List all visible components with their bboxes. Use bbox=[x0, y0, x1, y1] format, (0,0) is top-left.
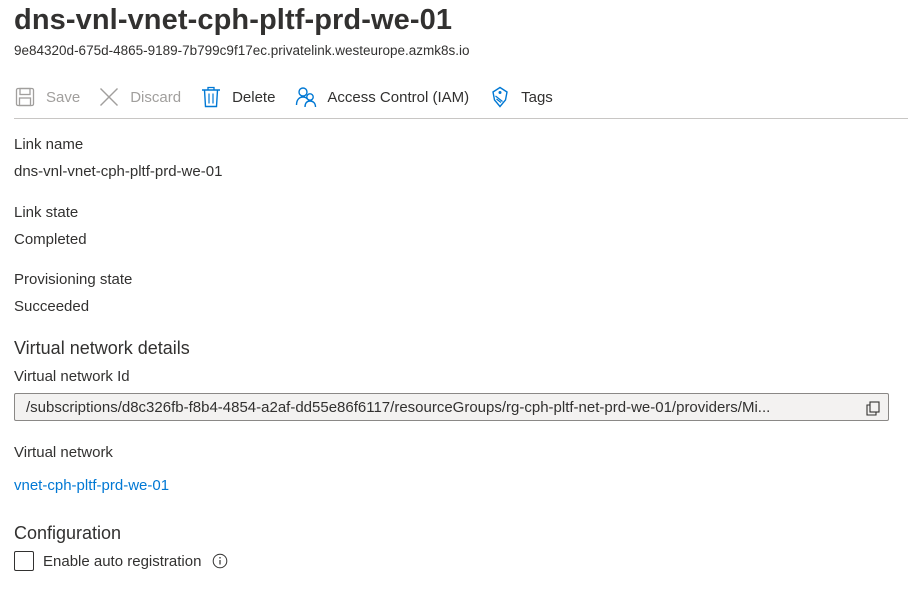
provisioning-state-value: Succeeded bbox=[14, 298, 90, 315]
delete-button-label: Delete bbox=[232, 88, 276, 106]
provisioning-state-label: Provisioning state bbox=[14, 271, 133, 288]
tag-icon bbox=[489, 86, 511, 108]
link-state-label: Link state bbox=[14, 204, 79, 221]
close-icon bbox=[98, 86, 120, 108]
virtual-network-label: Virtual network bbox=[14, 444, 113, 461]
save-button-label: Save bbox=[46, 88, 81, 106]
page-subtitle: 9e84320d-675d-4865-9189-7b799c9f17ec.pri… bbox=[14, 43, 470, 58]
info-icon[interactable] bbox=[212, 553, 228, 569]
copy-button[interactable] bbox=[864, 399, 882, 417]
virtual-network-link[interactable]: vnet-cph-pltf-prd-we-01 bbox=[14, 477, 169, 494]
page-title: dns-vnl-vnet-cph-pltf-prd-we-01 bbox=[14, 4, 453, 36]
discard-button-label: Discard bbox=[130, 88, 182, 106]
virtual-network-id-label: Virtual network Id bbox=[14, 368, 130, 385]
configuration-heading: Configuration bbox=[14, 523, 122, 543]
delete-button[interactable]: Delete bbox=[200, 80, 275, 114]
link-state-value: Completed bbox=[14, 231, 87, 248]
auto-registration-row: Enable auto registration bbox=[14, 551, 228, 571]
auto-registration-checkbox[interactable] bbox=[14, 551, 34, 571]
access-control-button[interactable]: Access Control (IAM) bbox=[295, 80, 469, 114]
trash-icon bbox=[200, 86, 222, 108]
virtual-network-id-field[interactable]: /subscriptions/d8c326fb-f8b4-4854-a2af-d… bbox=[14, 393, 889, 421]
auto-registration-label: Enable auto registration bbox=[43, 552, 202, 570]
access-control-button-label: Access Control (IAM) bbox=[327, 88, 470, 106]
people-icon bbox=[295, 86, 317, 108]
save-button[interactable]: Save bbox=[14, 80, 80, 114]
link-name-value: dns-vnl-vnet-cph-pltf-prd-we-01 bbox=[14, 163, 223, 180]
command-bar: Save Discard Delete Access Control (IAM)… bbox=[14, 80, 908, 119]
link-name-label: Link name bbox=[14, 136, 84, 153]
copy-icon bbox=[866, 400, 880, 416]
tags-button-label: Tags bbox=[521, 88, 553, 106]
discard-button[interactable]: Discard bbox=[98, 80, 181, 114]
tags-button[interactable]: Tags bbox=[489, 80, 553, 114]
save-icon bbox=[14, 86, 36, 108]
virtual-network-id-value: /subscriptions/d8c326fb-f8b4-4854-a2af-d… bbox=[26, 398, 771, 416]
virtual-network-details-heading: Virtual network details bbox=[14, 338, 190, 358]
